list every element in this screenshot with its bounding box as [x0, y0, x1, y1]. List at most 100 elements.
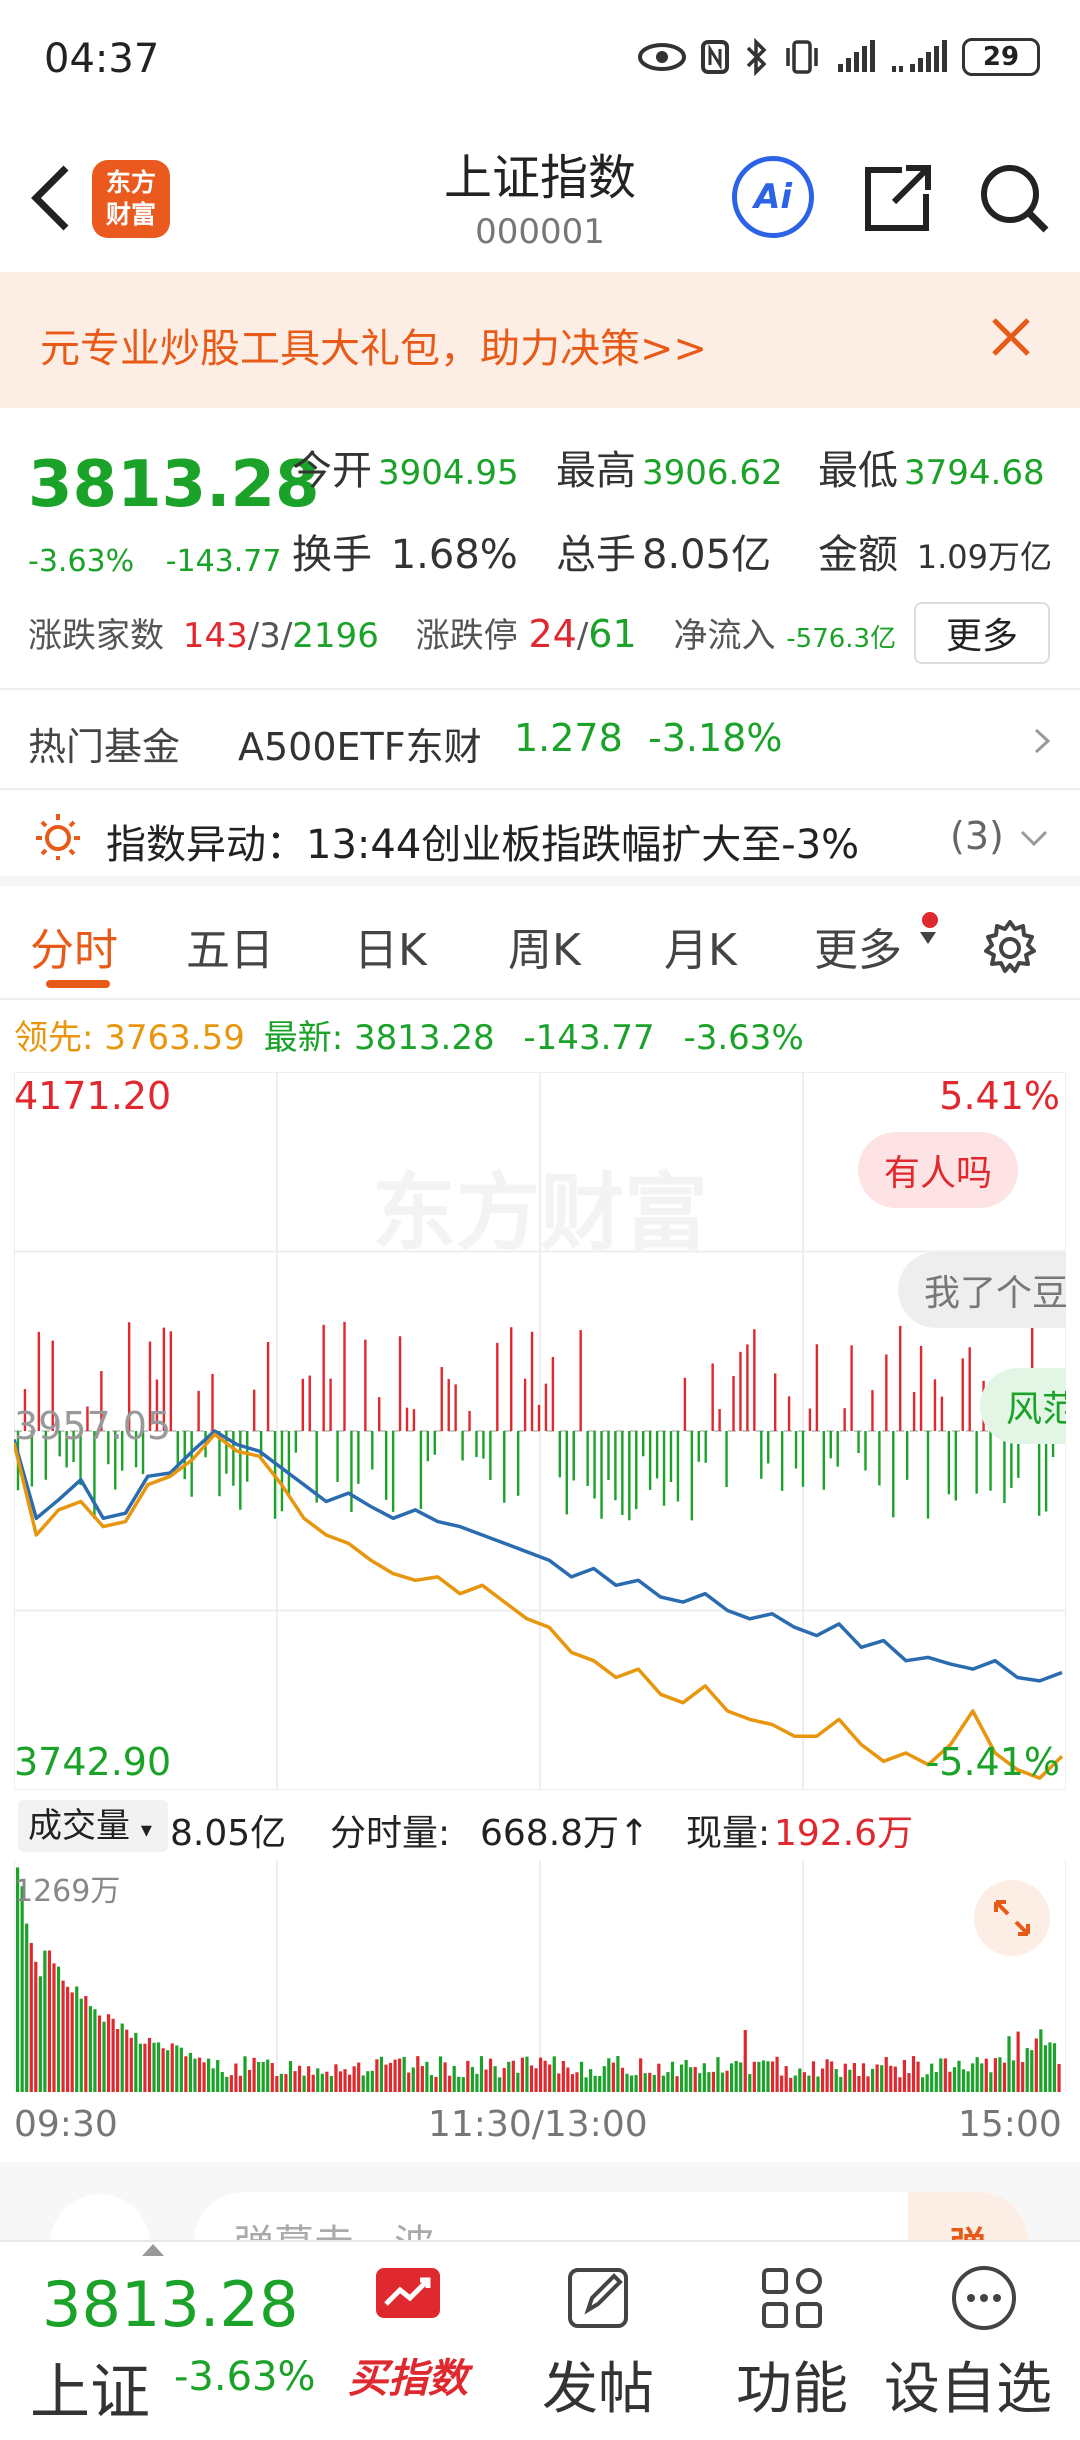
buy-index-button[interactable]: 买指数 [328, 2260, 488, 2404]
volume-chart[interactable]: 1269万 [14, 1860, 1066, 2092]
chevron-down-icon[interactable] [1018, 828, 1050, 848]
volume-value: 8.05亿 [642, 532, 772, 578]
gear-icon[interactable] [980, 918, 1040, 978]
comment-bar: 弹幕走一波 弹 [0, 2162, 1080, 2240]
volume-bar [202, 2062, 206, 2092]
latest-change-abs: -143.77 [523, 1018, 655, 1058]
tab-more[interactable]: 更多 [814, 914, 902, 978]
volume-bar [911, 2056, 916, 2092]
banner-text[interactable]: 元专业炒股工具大礼包，助力决策>> [40, 316, 707, 374]
volume-bar [457, 2076, 461, 2092]
chevron-right-icon[interactable] [1032, 726, 1052, 756]
volume-bar [757, 2061, 761, 2092]
intraday-chart[interactable]: 东方财富 4171.20 5.41% 3957.05 3742.90 -5.41… [14, 1072, 1066, 1790]
volume-bar [802, 2072, 806, 2092]
danmu-send-button[interactable]: 弹 [908, 2192, 1028, 2240]
hot-fund-name[interactable]: A500ETF东财 [238, 716, 482, 771]
volume-bar [739, 2062, 743, 2092]
volume-bar [225, 2076, 229, 2092]
volume-bar [61, 1980, 65, 2092]
volume-bar [975, 2057, 979, 2092]
limit-down-count: 61 [588, 612, 637, 656]
volume-bar [275, 2076, 279, 2092]
volume-field: 总手 8.05亿 [556, 532, 772, 578]
volume-bar [593, 2075, 597, 2092]
tab-intraday[interactable]: 分时 [30, 914, 118, 978]
share-icon[interactable] [858, 158, 938, 238]
functions-button[interactable]: 功能 [712, 2260, 872, 2425]
promo-banner[interactable]: 元专业炒股工具大礼包，助力决策>> [0, 272, 1080, 408]
volume-bar [780, 2075, 784, 2092]
volume-bar [989, 2072, 993, 2092]
more-button[interactable]: 更多 [914, 602, 1050, 664]
up-count: 143 [182, 616, 248, 656]
volume-bar [352, 2066, 356, 2092]
volume-bar [921, 2077, 925, 2092]
volume-bar [584, 2077, 588, 2092]
volume-bar [843, 2063, 847, 2092]
danmu-bubble[interactable]: 有人吗 [858, 1132, 1019, 1208]
volume-bar [557, 2073, 561, 2092]
volume-bar [84, 1996, 88, 2092]
grid-icon [762, 2268, 822, 2328]
volume-bar [743, 2030, 747, 2092]
watchlist-label: 设自选 [884, 2357, 1052, 2422]
danmu-bubble[interactable]: 风范 [980, 1368, 1066, 1444]
volume-bar [1030, 2050, 1034, 2092]
bottom-stock-name[interactable]: 上证 [30, 2344, 150, 2431]
danmu-bubble[interactable]: 我了个豆 [898, 1252, 1066, 1328]
volume-bar [875, 2064, 879, 2092]
volume-bar [34, 1961, 38, 2092]
volume-bar [643, 2073, 647, 2092]
current-volume: 192.6万 [774, 1813, 914, 1854]
ai-button[interactable]: Ai [732, 156, 814, 238]
volume-bar [552, 2056, 556, 2092]
volume-bar [1002, 2062, 1007, 2092]
comment-list-icon[interactable] [50, 2194, 150, 2240]
status-time: 04:37 [44, 36, 160, 82]
high-field: 最高 3906.62 [556, 448, 783, 494]
volume-bar [984, 2058, 988, 2092]
volume-bar [398, 2058, 402, 2092]
volume-bar [702, 2063, 706, 2092]
volume-bar [161, 2048, 165, 2092]
volume-bar [793, 2075, 797, 2092]
volume-bar [961, 2069, 966, 2092]
volume-bar [343, 2069, 347, 2092]
volume-bar [902, 2059, 907, 2092]
volume-bar [611, 2062, 615, 2092]
index-alert-row[interactable]: 指数异动：13:44创业板指跌幅扩大至-3% (3) [0, 790, 1080, 886]
volume-bar [320, 2073, 324, 2092]
volume-bar [775, 2056, 779, 2092]
volume-bar [652, 2074, 656, 2092]
volume-indicator-select[interactable]: 成交量 ▾ [18, 1800, 168, 1852]
danmu-input[interactable]: 弹幕走一波 [194, 2192, 1028, 2240]
volume-bar [311, 2074, 315, 2092]
flat-count: 3 [259, 616, 281, 656]
tab-five-day[interactable]: 五日 [186, 914, 274, 978]
volume-bar [1034, 2038, 1038, 2092]
search-icon[interactable] [974, 158, 1054, 238]
volume-chart-svg[interactable] [14, 1860, 1066, 2092]
volume-bar [20, 1886, 24, 2092]
volume-bar [870, 2068, 875, 2092]
volume-bar [543, 2060, 547, 2092]
sun-icon [36, 814, 80, 860]
tab-weekly-k[interactable]: 周K [508, 914, 581, 978]
hot-fund-row[interactable]: 热门基金 A500ETF东财 1.278 -3.18% [0, 690, 1080, 790]
expand-icon[interactable] [974, 1880, 1050, 1956]
volume-bar [529, 2065, 534, 2092]
close-icon[interactable] [986, 312, 1036, 362]
tab-daily-k[interactable]: 日K [354, 914, 427, 978]
bottom-price[interactable]: 3813.28 [42, 2268, 298, 2341]
lead-price-line [14, 1432, 1064, 1780]
volume-bar [243, 2056, 247, 2092]
volume-bar [520, 2057, 525, 2092]
tab-monthly-k[interactable]: 月K [664, 914, 737, 978]
add-watchlist-button[interactable]: 设自选 [884, 2260, 1064, 2425]
post-button[interactable]: 发帖 [518, 2260, 678, 2425]
alert-text[interactable]: 指数异动：13:44创业板指跌幅扩大至-3% [106, 812, 859, 870]
volume-bar [325, 2071, 329, 2092]
volume-bar [761, 2060, 766, 2092]
volume-bar [307, 2066, 311, 2092]
